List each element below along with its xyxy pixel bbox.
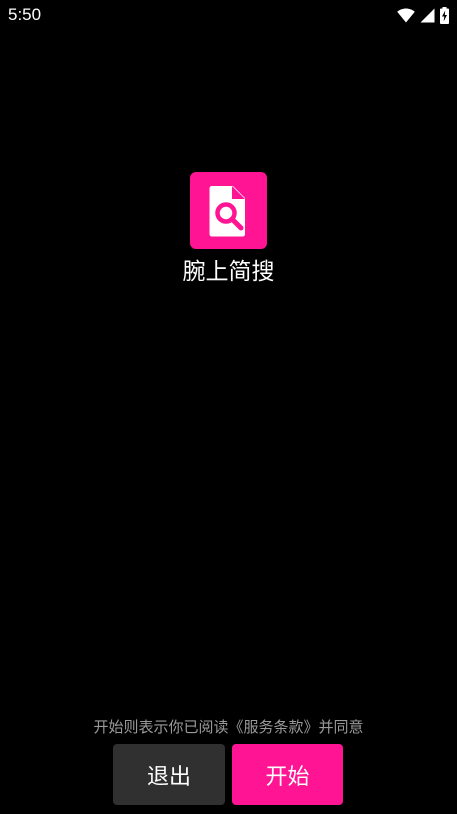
cellular-signal-icon — [420, 8, 435, 23]
status-bar: 5:50 — [0, 0, 457, 30]
exit-button[interactable]: 退出 — [113, 744, 225, 805]
terms-notice[interactable]: 开始则表示你已阅读《服务条款》并同意 — [0, 716, 457, 738]
wifi-icon — [397, 8, 415, 23]
start-button[interactable]: 开始 — [232, 744, 343, 805]
app-logo — [190, 172, 267, 249]
app-name: 腕上简搜 — [182, 259, 275, 285]
status-time: 5:50 — [8, 5, 42, 24]
battery-charging-icon — [440, 6, 449, 24]
document-search-icon — [209, 186, 245, 237]
status-icons — [397, 6, 449, 24]
